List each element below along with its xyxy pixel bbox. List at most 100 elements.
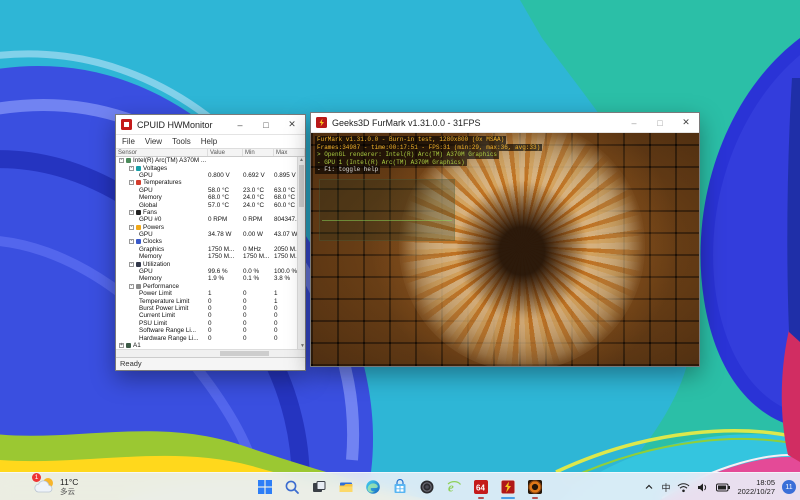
sensor-row[interactable]: +A1 xyxy=(116,342,305,349)
column-max[interactable]: Max xyxy=(274,149,305,156)
sensor-row[interactable]: Current Limit000 xyxy=(116,312,305,319)
furmark-window-taskbar-button[interactable] xyxy=(496,475,520,499)
battery-icon[interactable] xyxy=(716,483,730,492)
sensor-min: 0 xyxy=(243,305,274,312)
sensor-row[interactable]: Memory68.0 °C24.0 °C68.0 °C xyxy=(116,194,305,201)
notification-count-badge[interactable]: 11 xyxy=(782,480,796,494)
ime-indicator[interactable]: 中 xyxy=(661,481,670,494)
vertical-scrollbar[interactable]: ▲ ▼ xyxy=(297,157,305,349)
menu-item-view[interactable]: View xyxy=(145,137,162,146)
sensor-row[interactable]: Graphics1750 M...0 MHz2050 M... xyxy=(116,246,305,253)
sensor-label: Voltages xyxy=(143,165,167,172)
sensor-label: Power Limit xyxy=(139,290,172,297)
osd-stats-overlay: FurMark v1.31.0.0 - Burn-in test, 1280x8… xyxy=(315,136,542,174)
sensor-row[interactable]: -Powers xyxy=(116,224,305,231)
file-explorer-taskbar-button[interactable] xyxy=(334,475,358,499)
column-sensor[interactable]: Sensor xyxy=(116,149,208,156)
furmark-render-area: FurMark v1.31.0.0 - Burn-in test, 1280x8… xyxy=(311,133,699,366)
sensor-row[interactable]: Software Range Li...000 xyxy=(116,327,305,334)
sensor-min: 0.0 % xyxy=(243,268,274,275)
sensor-row[interactable]: Hardware Range Li...000 xyxy=(116,334,305,341)
sensor-value: 0 xyxy=(208,327,243,334)
sensor-row[interactable]: -Clocks xyxy=(116,238,305,245)
furmark-titlebar[interactable]: Geeks3D FurMark v1.31.0.0 - 31FPS – □ ✕ xyxy=(311,113,699,133)
clock[interactable]: 18:05 2022/10/27 xyxy=(737,478,775,496)
wifi-icon[interactable] xyxy=(677,482,690,493)
sensor-min: 0.692 V xyxy=(243,172,274,179)
tree-expand-icon[interactable]: - xyxy=(129,239,134,244)
sensor-row[interactable]: - Voltages xyxy=(116,164,305,171)
tray-date: 2022/10/27 xyxy=(737,487,775,496)
dark-lens-app-taskbar-button[interactable] xyxy=(415,475,439,499)
menu-item-file[interactable]: File xyxy=(122,137,135,146)
tree-expand-icon[interactable]: + xyxy=(119,343,124,348)
voltage-icon xyxy=(136,166,141,171)
menu-item-help[interactable]: Help xyxy=(201,137,217,146)
sensor-label: Fans xyxy=(143,209,157,216)
menu-item-tools[interactable]: Tools xyxy=(172,137,191,146)
sensor-row[interactable]: Burst Power Limit000 xyxy=(116,305,305,312)
start-icon xyxy=(257,479,273,495)
tree-expand-icon[interactable]: - xyxy=(129,284,134,289)
sensor-row[interactable]: -Temperatures xyxy=(116,179,305,186)
sensor-label: Utilization xyxy=(143,261,170,268)
store-taskbar-button[interactable] xyxy=(388,475,412,499)
search-taskbar-button[interactable] xyxy=(280,475,304,499)
tree-expand-icon[interactable]: - xyxy=(129,180,134,185)
sensor-value: 0.800 V xyxy=(208,172,243,179)
cpuid-hwmonitor64-taskbar-button[interactable]: 64 xyxy=(469,475,493,499)
minimize-icon[interactable]: – xyxy=(621,113,647,132)
close-icon[interactable]: ✕ xyxy=(673,113,699,132)
system-tray: 中 18:05 2022/10/27 11 xyxy=(644,473,796,500)
search-icon xyxy=(284,479,300,495)
sensor-label: GPU xyxy=(139,172,153,179)
power-icon xyxy=(136,225,141,230)
sensor-row[interactable]: -Intel(R) Arc(TM) A370M ... xyxy=(116,157,305,164)
hidden-icons-chevron-icon[interactable] xyxy=(644,482,654,492)
tree-expand-icon[interactable]: - xyxy=(129,262,134,267)
furmark-launcher-taskbar-button[interactable] xyxy=(523,475,547,499)
task-view-taskbar-button[interactable] xyxy=(307,475,331,499)
minimize-icon[interactable]: – xyxy=(227,115,253,134)
tree-expand-icon[interactable]: - xyxy=(129,210,134,215)
sensor-row[interactable]: -Performance xyxy=(116,283,305,290)
scrollbar-thumb[interactable] xyxy=(220,351,269,356)
tree-expand-icon[interactable]: - xyxy=(129,225,134,230)
sensor-row[interactable]: Memory1.9 %0.1 %3.8 % xyxy=(116,275,305,282)
sensor-value: 58.0 °C xyxy=(208,187,243,194)
scrollbar-thumb[interactable] xyxy=(299,165,304,207)
sensor-row[interactable]: GPU #00 RPM0 RPM804347... xyxy=(116,216,305,223)
column-value[interactable]: Value xyxy=(208,149,243,156)
sensor-row[interactable]: GPU34.78 W0.00 W43.07 W xyxy=(116,231,305,238)
volume-icon[interactable] xyxy=(697,482,709,493)
furmark-window[interactable]: Geeks3D FurMark v1.31.0.0 - 31FPS – □ ✕ … xyxy=(310,112,700,367)
edge-taskbar-button[interactable] xyxy=(361,475,385,499)
sensor-row[interactable]: Global57.0 °C24.0 °C60.0 °C xyxy=(116,201,305,208)
sensor-row[interactable]: GPU99.6 %0.0 %100.0 % xyxy=(116,268,305,275)
internet-explorer-taskbar-button[interactable]: e xyxy=(442,475,466,499)
sensor-value: 1.9 % xyxy=(208,275,243,282)
sensor-row[interactable]: - Fans xyxy=(116,209,305,216)
sensor-row[interactable]: - Utilization xyxy=(116,260,305,267)
close-icon[interactable]: ✕ xyxy=(279,115,305,134)
sensor-row[interactable]: Temperature Limit001 xyxy=(116,297,305,304)
sensor-row[interactable]: GPU58.0 °C23.0 °C63.0 °C xyxy=(116,187,305,194)
maximize-icon[interactable]: □ xyxy=(253,115,279,134)
hwmonitor-titlebar[interactable]: CPUID HWMonitor – □ ✕ xyxy=(116,115,305,135)
tree-expand-icon[interactable]: - xyxy=(129,166,134,171)
sensor-row[interactable]: Memory1750 M...1750 M...1750 M... xyxy=(116,253,305,260)
hwmonitor-window[interactable]: CPUID HWMonitor – □ ✕ FileViewToolsHelp … xyxy=(115,114,306,371)
weather-widget[interactable]: 1 11°C 多云 xyxy=(34,475,78,497)
sensor-row[interactable]: Power Limit101 xyxy=(116,290,305,297)
taskbar-app-icons: e64 xyxy=(253,473,547,500)
sensor-value: 68.0 °C xyxy=(208,194,243,201)
sensor-row[interactable]: PSU Limit000 xyxy=(116,320,305,327)
maximize-icon[interactable]: □ xyxy=(647,113,673,132)
column-min[interactable]: Min xyxy=(243,149,274,156)
tree-expand-icon[interactable]: - xyxy=(119,158,124,163)
start-taskbar-button[interactable] xyxy=(253,475,277,499)
horizontal-scrollbar[interactable] xyxy=(116,349,305,357)
sensor-table-header[interactable]: Sensor Value Min Max xyxy=(116,148,305,157)
sensor-row[interactable]: GPU0.800 V0.692 V0.895 V xyxy=(116,172,305,179)
furmark-window-icon xyxy=(500,479,516,495)
